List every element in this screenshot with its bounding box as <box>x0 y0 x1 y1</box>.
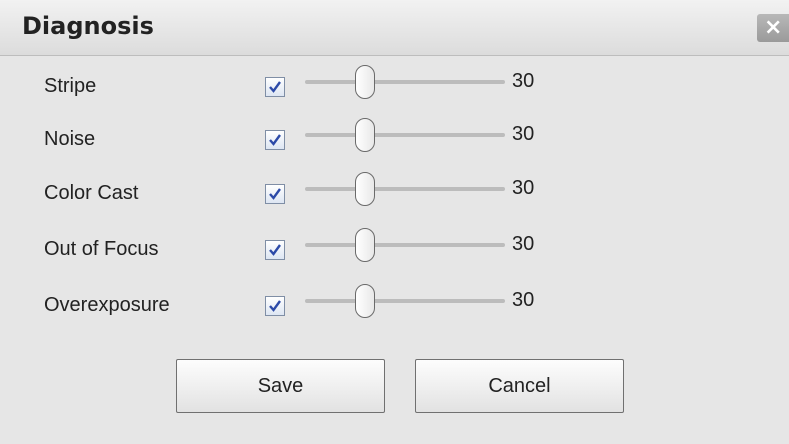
enable-checkbox[interactable] <box>265 184 285 204</box>
diagnosis-row-stripe: Stripe 30 <box>0 65 789 107</box>
checkmark-icon <box>269 188 281 200</box>
row-label: Color Cast <box>44 182 139 204</box>
checkmark-icon <box>269 81 281 93</box>
slider-thumb[interactable] <box>355 172 375 206</box>
slider-value: 30 <box>512 233 535 255</box>
row-label: Stripe <box>44 75 97 97</box>
row-label: Overexposure <box>44 294 170 316</box>
enable-checkbox[interactable] <box>265 240 285 260</box>
slider-thumb[interactable] <box>355 284 375 318</box>
slider-value: 30 <box>512 289 535 311</box>
checkmark-icon <box>269 134 281 146</box>
close-icon[interactable]: × <box>757 14 789 42</box>
enable-checkbox[interactable] <box>265 296 285 316</box>
row-label: Out of Focus <box>44 238 159 260</box>
checkmark-icon <box>269 300 281 312</box>
threshold-slider[interactable] <box>305 118 505 152</box>
threshold-slider[interactable] <box>305 172 505 206</box>
threshold-slider[interactable] <box>305 228 505 262</box>
diagnosis-row-color-cast: Color Cast 30 <box>0 172 789 214</box>
title-bar: Diagnosis × <box>0 0 789 56</box>
enable-checkbox[interactable] <box>265 77 285 97</box>
diagnosis-dialog: Diagnosis × Stripe 30 Noise 30 Color Cas… <box>0 0 789 444</box>
cancel-button[interactable]: Cancel <box>415 359 624 413</box>
slider-value: 30 <box>512 177 535 199</box>
row-label: Noise <box>44 128 96 150</box>
diagnosis-row-out-of-focus: Out of Focus 30 <box>0 228 789 270</box>
slider-thumb[interactable] <box>355 118 375 152</box>
slider-value: 30 <box>512 70 535 92</box>
slider-thumb[interactable] <box>355 65 375 99</box>
dialog-title: Diagnosis <box>22 12 154 40</box>
diagnosis-row-noise: Noise 30 <box>0 118 789 160</box>
slider-value: 30 <box>512 123 535 145</box>
slider-thumb[interactable] <box>355 228 375 262</box>
enable-checkbox[interactable] <box>265 130 285 150</box>
threshold-slider[interactable] <box>305 284 505 318</box>
threshold-slider[interactable] <box>305 65 505 99</box>
checkmark-icon <box>269 244 281 256</box>
save-button[interactable]: Save <box>176 359 385 413</box>
diagnosis-row-overexposure: Overexposure 30 <box>0 284 789 326</box>
